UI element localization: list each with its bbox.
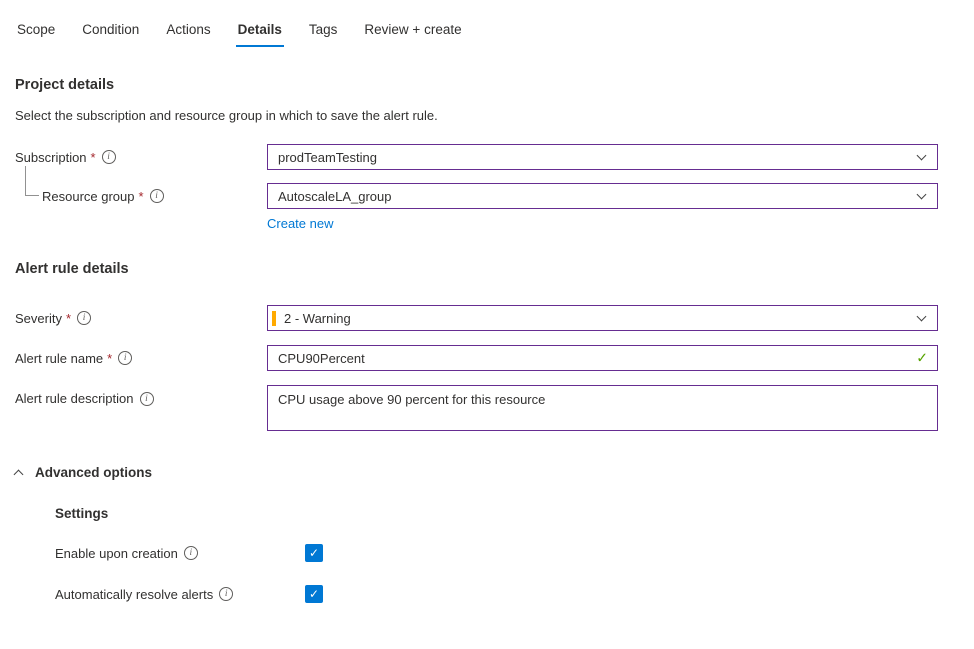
advanced-options-toggle[interactable]: Advanced options [15,465,938,480]
create-alert-rule-details-page: Scope Condition Actions Details Tags Rev… [0,0,974,603]
alert-rule-name-input[interactable] [267,345,938,371]
required-marker: * [66,311,71,326]
project-details-description: Select the subscription and resource gro… [15,108,938,123]
tab-actions[interactable]: Actions [164,22,212,47]
hierarchy-connector-line [25,166,39,196]
severity-label-group: Severity * i [15,311,267,326]
enable-upon-creation-checkbox[interactable]: ✓ [305,544,323,562]
severity-color-bar-icon [272,311,276,326]
resource-group-label-group: Resource group * i [15,189,267,204]
subscription-dropdown[interactable]: prodTeamTesting [267,144,938,170]
tab-details[interactable]: Details [236,22,284,47]
chevron-down-icon [917,151,927,161]
create-new-row: Create new [267,216,938,231]
advanced-options-label: Advanced options [35,465,152,480]
resource-group-label: Resource group [42,189,135,204]
subscription-control: prodTeamTesting [267,144,938,170]
alert-rule-name-row: Alert rule name * i ✓ [15,345,938,371]
chevron-down-icon [917,312,927,322]
enable-upon-creation-label-group: Enable upon creation i [55,546,305,561]
tab-bar: Scope Condition Actions Details Tags Rev… [15,0,938,47]
severity-value: 2 - Warning [284,311,910,326]
tab-scope[interactable]: Scope [15,22,57,47]
subscription-value: prodTeamTesting [278,150,910,165]
tab-tags[interactable]: Tags [307,22,340,47]
create-new-link[interactable]: Create new [267,216,333,231]
alert-rule-description-row: Alert rule description i CPU usage above… [15,385,938,431]
subscription-label: Subscription [15,150,87,165]
alert-rule-name-control: ✓ [267,345,938,371]
automatically-resolve-alerts-checkbox[interactable]: ✓ [305,585,323,603]
automatically-resolve-alerts-label-group: Automatically resolve alerts i [55,587,305,602]
info-icon[interactable]: i [118,351,132,365]
info-icon[interactable]: i [184,546,198,560]
project-details-heading: Project details [15,77,938,93]
alert-rule-description-label-group: Alert rule description i [15,391,267,406]
tab-review-create[interactable]: Review + create [362,22,463,47]
severity-control: 2 - Warning [267,305,938,331]
info-icon[interactable]: i [102,150,116,164]
subscription-row: Subscription * i prodTeamTesting [15,144,938,170]
automatically-resolve-alerts-row: Automatically resolve alerts i ✓ [55,585,938,603]
checkmark-icon: ✓ [309,547,319,559]
checkmark-icon: ✓ [309,588,319,600]
automatically-resolve-alerts-label: Automatically resolve alerts [55,587,213,602]
alert-rule-description-label: Alert rule description [15,391,134,406]
enable-upon-creation-label: Enable upon creation [55,546,178,561]
info-icon[interactable]: i [219,587,233,601]
info-icon[interactable]: i [150,189,164,203]
enable-upon-creation-row: Enable upon creation i ✓ [55,544,938,562]
severity-label: Severity [15,311,62,326]
settings-heading: Settings [55,506,938,521]
resource-group-dropdown[interactable]: AutoscaleLA_group [267,183,938,209]
severity-dropdown[interactable]: 2 - Warning [267,305,938,331]
resource-group-control: AutoscaleLA_group [267,183,938,209]
alert-rule-description-textarea[interactable]: CPU usage above 90 percent for this reso… [267,385,938,431]
alert-rule-name-label-group: Alert rule name * i [15,351,267,366]
info-icon[interactable]: i [140,392,154,406]
resource-group-row: Resource group * i AutoscaleLA_group [15,183,938,209]
required-marker: * [107,351,112,366]
info-icon[interactable]: i [77,311,91,325]
chevron-up-icon [14,470,24,480]
alert-rule-details-heading: Alert rule details [15,261,938,277]
resource-group-value: AutoscaleLA_group [278,189,910,204]
alert-rule-name-label: Alert rule name [15,351,103,366]
chevron-down-icon [917,190,927,200]
severity-row: Severity * i 2 - Warning [15,305,938,331]
tab-condition[interactable]: Condition [80,22,141,47]
required-marker: * [139,189,144,204]
required-marker: * [91,150,96,165]
alert-rule-description-control: CPU usage above 90 percent for this reso… [267,385,938,431]
subscription-label-group: Subscription * i [15,150,267,165]
